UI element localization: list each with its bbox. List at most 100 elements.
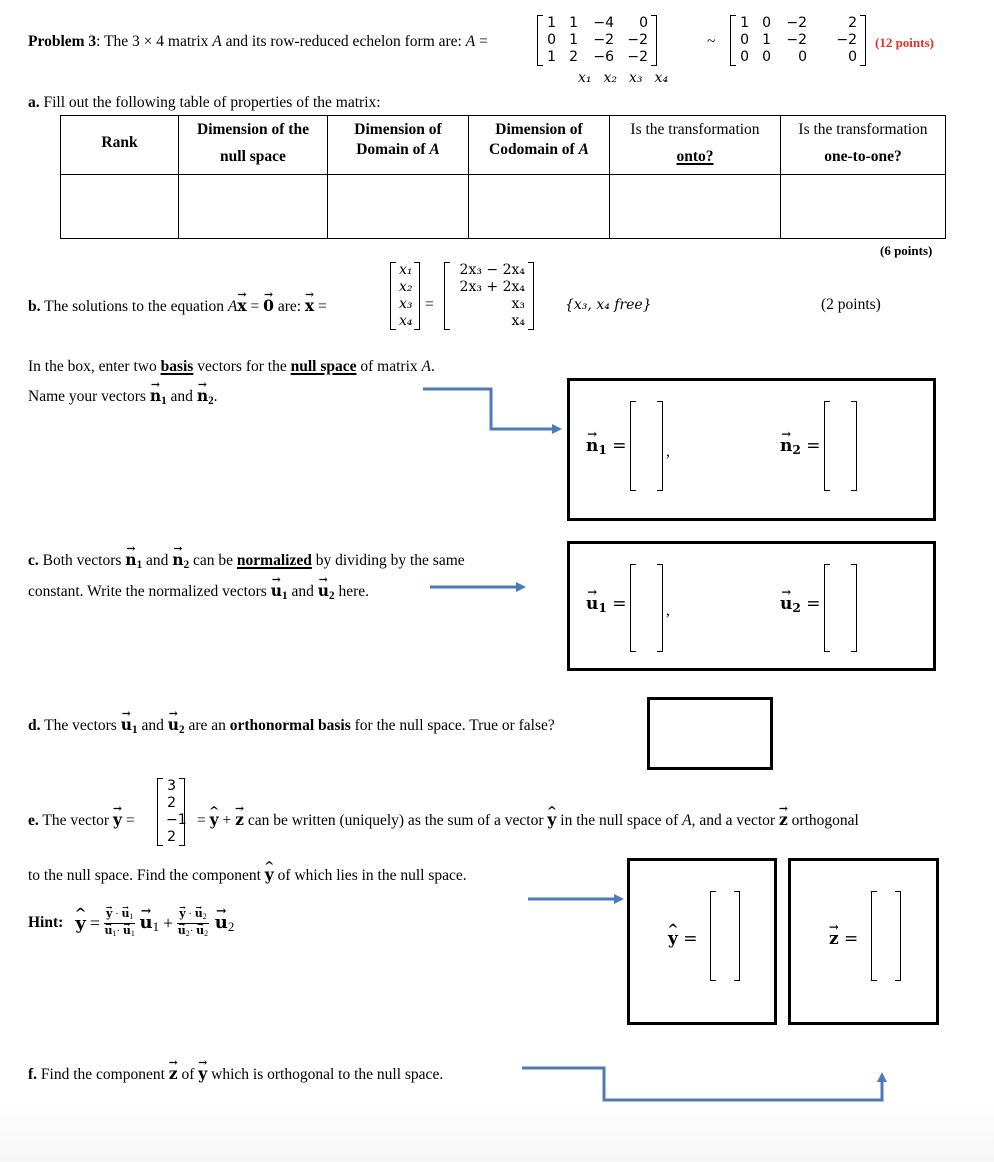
normalized-answer-box[interactable]: u1 = , u2 = xyxy=(567,541,936,671)
matrix-a-entry: −6 xyxy=(593,49,614,65)
true-false-answer-box[interactable] xyxy=(647,697,773,770)
table-header-row: Rank Dimension of the null space Dimensio… xyxy=(60,115,946,175)
null-dim-cell[interactable] xyxy=(178,174,328,239)
part-e-prompt-1a: e. The vector y = xyxy=(28,810,135,830)
column-label: x₁ xyxy=(578,70,592,86)
matrix-rref-entry: 0 xyxy=(762,49,771,65)
matrix-rref-entry: 0 xyxy=(762,15,771,31)
matrix-rref-entry: 0 xyxy=(798,49,807,65)
z-bracket-right xyxy=(895,891,901,981)
u1-label: u1 = xyxy=(586,594,627,615)
part-b-prompt: b. The solutions to the equation Ax = 0 … xyxy=(28,296,327,316)
properties-table: Rank Dimension of the null space Dimensio… xyxy=(60,115,946,239)
part-b-instruction-2: Name your vectors n1 and n2. xyxy=(28,386,218,407)
column-labels: x₁ x₂ x₃ x₄ xyxy=(578,70,680,86)
u1-bracket-right xyxy=(657,564,663,652)
matrix-rref-entry: 1 xyxy=(740,15,749,31)
header-null-dim: Dimension of the null space xyxy=(178,115,328,175)
matrix-rref-entry: 2 xyxy=(848,15,857,31)
matrix-a-entry: −2 xyxy=(627,49,648,65)
one-to-one-cell[interactable] xyxy=(780,174,946,239)
part-e-prompt-1b: = y + z can be written (uniquely) as the… xyxy=(197,810,859,830)
n2-bracket-left xyxy=(824,401,830,491)
yhat-label: y = xyxy=(668,929,698,949)
onto-cell[interactable] xyxy=(609,174,781,239)
matrix-rref-entry: 0 xyxy=(740,49,749,65)
column-label: x₄ xyxy=(654,70,669,86)
x-vector-entry: x₁ xyxy=(399,262,413,278)
y-vector-entry: 2 xyxy=(167,829,176,845)
problem-statement: Problem 3: The 3 × 4 matrix A and its ro… xyxy=(28,33,488,50)
matrix-a-entry: 2 xyxy=(569,49,578,65)
matrix-a-entry: 0 xyxy=(547,32,556,48)
matrix-a-entry: 0 xyxy=(639,15,648,31)
z-answer-box[interactable]: z = xyxy=(788,858,939,1025)
part-a-points: (6 points) xyxy=(880,243,933,258)
header-codomain-dim: Dimension of Codomain of A xyxy=(468,115,610,175)
table-answer-row xyxy=(60,174,946,239)
hint-fraction-1: y · u1 u1· u1 xyxy=(103,907,136,940)
row-equivalent-tilde: ~ xyxy=(707,33,716,50)
nullspace-answer-box[interactable]: n1 = , n2 = xyxy=(567,378,936,521)
matrix-a-entry: 1 xyxy=(547,15,556,31)
yhat-bracket-left xyxy=(710,891,716,981)
y-vector-entry: −1 xyxy=(166,812,187,828)
matrix-rref-entry: −2 xyxy=(786,32,807,48)
matrix-rref-entry: −2 xyxy=(836,32,857,48)
matrix-a-entry: 1 xyxy=(547,49,556,65)
arrow-to-nullspace-box xyxy=(423,387,562,434)
n1-bracket-right xyxy=(657,401,663,491)
free-variables: {x₃, x₄ free} xyxy=(565,297,652,313)
part-a-prompt: a. Fill out the following table of prope… xyxy=(28,94,381,111)
header-onto: Is the transformation onto? xyxy=(609,115,781,175)
matrix-rref-entry: 1 xyxy=(762,32,771,48)
matrix-rref-entry: −2 xyxy=(786,15,807,31)
solution-vector-entry: 2x₃ + 2x₄ xyxy=(459,279,525,295)
matrix-a-entry: −2 xyxy=(627,32,648,48)
matrix-rref-entry: 0 xyxy=(848,49,857,65)
part-b-points: (2 points) xyxy=(821,296,881,313)
z-bracket-left xyxy=(871,891,877,981)
y-vector-entry: 2 xyxy=(167,795,176,811)
n1-comma: , xyxy=(666,443,670,460)
matrix-rref-entry: 0 xyxy=(740,32,749,48)
u2-bracket-left xyxy=(824,564,830,652)
n1-label: n1 = xyxy=(586,436,627,457)
y-vector: 3 2 −1 2 xyxy=(157,778,187,846)
matrix-a: 1 1 −4 0 0 1 −2 −2 1 2 −6 −2 xyxy=(537,15,657,66)
solution-vector: 2x₃ − 2x₄ 2x₃ + 2x₄ x₃ x₄ xyxy=(444,262,534,330)
part-c-prompt-1: c. Both vectors n1 and n2 can be normali… xyxy=(28,550,465,571)
part-c-prompt-2: constant. Write the normalized vectors u… xyxy=(28,581,369,602)
problem-title: Problem 3 xyxy=(28,33,97,50)
solution-vector-entry: x₃ xyxy=(511,296,525,312)
arrow-to-yhat-box xyxy=(528,894,624,904)
x-vector-entry: x₄ xyxy=(399,313,413,329)
arrow-to-normalized-box xyxy=(430,582,526,592)
hint-fraction-2: y · u2 u2· u2 xyxy=(177,907,209,940)
u1-comma: , xyxy=(666,602,670,619)
x-vector: x₁ x₂ x₃ x₄ xyxy=(390,262,420,330)
n1-bracket-left xyxy=(630,401,636,491)
points-badge: (12 points) xyxy=(875,35,934,50)
part-e-prompt-2: to the null space. Find the component y … xyxy=(28,865,467,885)
x-vector-entry: x₃ xyxy=(399,296,413,312)
u2-label: u2 = xyxy=(780,594,821,615)
matrix-a-entry: 1 xyxy=(569,32,578,48)
header-rank: Rank xyxy=(60,115,179,175)
yhat-bracket-right xyxy=(734,891,740,981)
domain-dim-cell[interactable] xyxy=(327,174,469,239)
u2-bracket-right xyxy=(851,564,857,652)
solution-vector-entry: 2x₃ − 2x₄ xyxy=(459,262,525,278)
codomain-dim-cell[interactable] xyxy=(468,174,610,239)
hint: Hint: y = y · u1 u1· u1 u1 + y · u2 u2· … xyxy=(28,907,234,940)
n2-bracket-right xyxy=(851,401,857,491)
header-domain-dim: Dimension of Domain of A xyxy=(327,115,469,175)
rank-cell[interactable] xyxy=(60,174,179,239)
u1-bracket-left xyxy=(630,564,636,652)
part-b-instruction-1: In the box, enter two basis vectors for … xyxy=(28,358,435,375)
x-vector-entry: x₂ xyxy=(399,279,413,295)
matrix-rref: 1 0 −2 2 0 1 −2 −2 0 0 0 0 xyxy=(730,15,866,66)
matrix-a-entry: 1 xyxy=(569,15,578,31)
equals-sign: = xyxy=(425,296,434,313)
yhat-answer-box[interactable]: y = xyxy=(627,858,777,1025)
